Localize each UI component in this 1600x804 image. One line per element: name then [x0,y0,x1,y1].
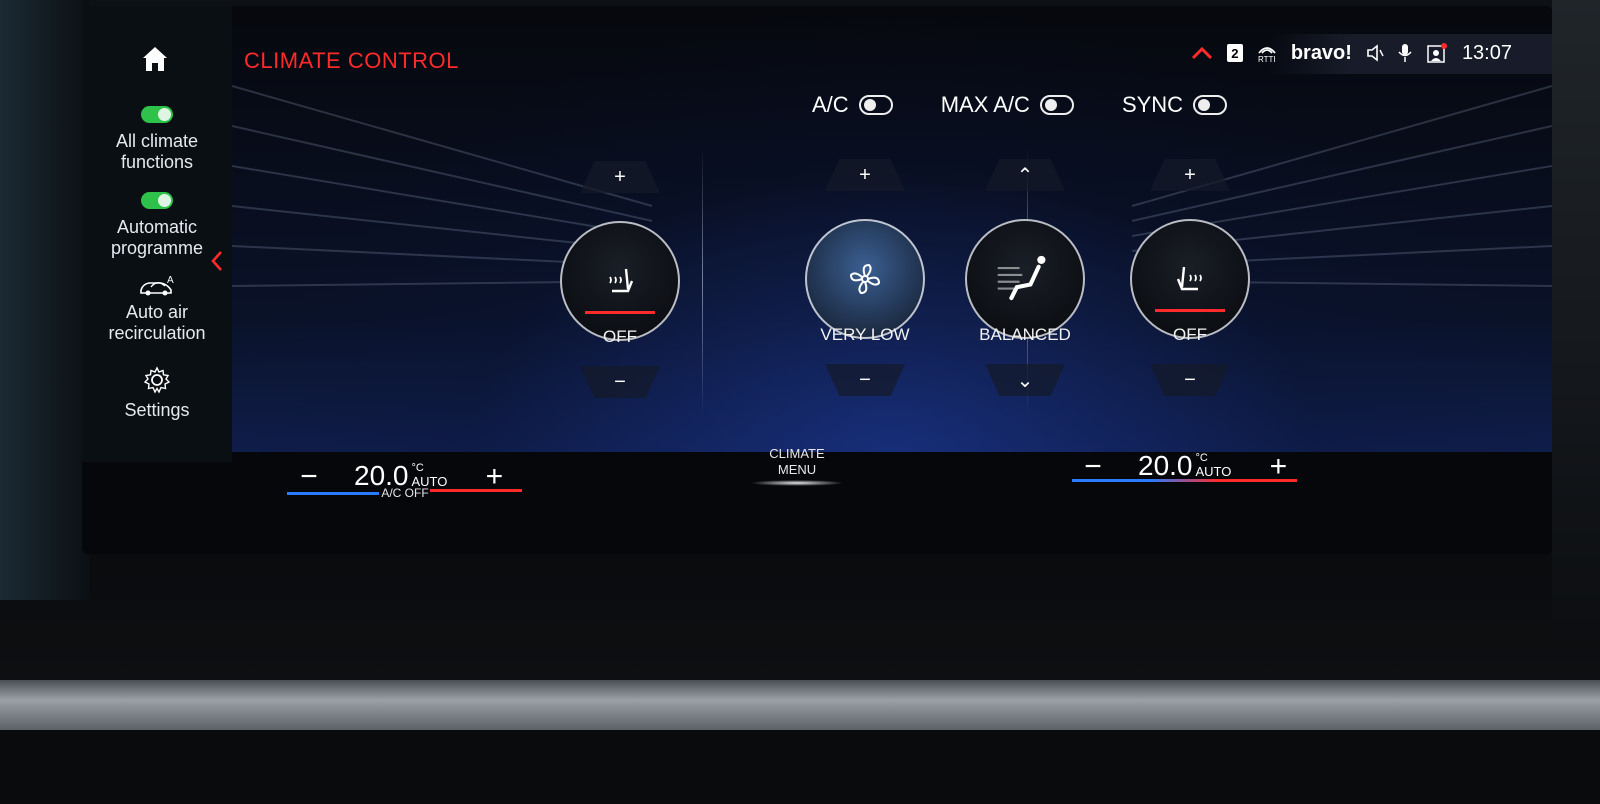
dashboard-bezel-left [0,0,90,600]
climate-toggles: A/C MAX A/C SYNC [812,92,1228,118]
climate-menu-button[interactable]: CLIMATE MENU [747,446,847,478]
rtti-label: RTTI [1257,54,1276,64]
section-divider [702,146,703,416]
speaker-muted-icon [1367,44,1384,62]
sidebar-item-label: Auto air [125,302,189,322]
radio-station: bravo! [1290,41,1352,64]
seat-heating-icon [609,268,634,293]
max-ac-toggle[interactable]: MAX A/C [941,92,1074,118]
automatic-programme-toggle[interactable] [141,192,173,209]
max-ac-switch[interactable] [1039,95,1074,115]
all-climate-toggle[interactable] [141,106,173,123]
climate-menu-label: CLIMATE [769,446,825,461]
climate-menu-label: MENU [777,462,817,477]
ac-switch[interactable] [858,95,893,115]
sidebar-item-automatic-programme[interactable]: Automatic programme [82,192,232,259]
fan-speed-dial[interactable] [805,219,925,339]
recirculation-car-icon: A [140,275,174,296]
seat-heating-icon [1176,266,1202,291]
ac-toggle[interactable]: A/C [812,92,893,118]
left-temp-cool-bar [287,492,379,495]
right-temp-range-bar [1072,479,1297,482]
right-temp-mode: AUTO [1195,464,1232,479]
page-title: CLIMATE CONTROL [244,48,459,73]
seated-person-airflow-icon [997,255,1046,301]
microphone-icon [1398,44,1412,62]
gear-icon [143,366,171,394]
home-icon[interactable] [140,44,170,74]
sidebar-item-label: Settings [124,400,190,420]
sync-label: SYNC [1121,92,1184,117]
status-bar: 2 RTTI bravo! 13:07 [1191,38,1512,68]
navigation-arrow-icon [1191,46,1212,60]
sidebar-item-label: All climate [115,131,199,151]
clock: 13:07 [1461,41,1512,64]
sidebar-item-label: functions [120,152,194,172]
left-seat-level-indicator [585,311,655,314]
right-seat-heat-dial[interactable] [1130,219,1250,339]
rtti-indicator: RTTI [1257,43,1277,64]
ac-label: A/C [812,92,849,117]
ac-off-indicator: A/C OFF [381,486,429,500]
dashboard-bezel-right [1552,0,1600,640]
right-temp-value: 20.0 [1138,450,1193,481]
sidebar-item-label: recirculation [108,323,206,343]
message-count-badge: 2 [1226,44,1243,62]
sidebar-item-settings[interactable]: Settings [82,366,232,421]
sidebar: All climate functions Automatic programm… [82,6,232,462]
left-temp-warm-bar [430,489,522,492]
left-seat-heat-dial[interactable] [560,221,680,341]
left-seat-heat-status: OFF [603,327,637,346]
svg-text:A: A [167,275,174,286]
right-seat-heat-status: OFF [1173,325,1207,344]
dashboard-trim [0,680,1600,730]
right-seat-level-indicator [1155,309,1225,312]
sync-switch[interactable] [1193,95,1228,115]
left-temp-unit-label: °C [411,462,424,474]
right-temp-unit: °C AUTO [1196,452,1232,480]
climate-menu-highlight [750,480,844,486]
sync-toggle[interactable]: SYNC [1121,92,1228,118]
max-ac-label: MAX A/C [940,92,1030,117]
infotainment-screen: All climate functions Automatic programm… [82,6,1552,554]
rtti-signal-icon [1258,46,1276,54]
dashboard-lower [0,730,1600,804]
chevron-left-icon[interactable] [210,250,224,272]
fan-icon [849,263,881,295]
profile-notification-icon [1427,43,1447,63]
sidebar-item-all-climate-functions[interactable]: All climate functions [82,106,232,173]
right-temp-unit-label: °C [1195,452,1208,464]
sidebar-item-label: Automatic [116,217,198,237]
air-distribution-dial[interactable] [965,219,1085,339]
left-temp-decrease-button[interactable]: − [294,460,324,494]
sidebar-item-auto-air-recirculation[interactable]: A Auto air recirculation [82,274,232,344]
air-distribution-status: BALANCED [979,325,1071,344]
